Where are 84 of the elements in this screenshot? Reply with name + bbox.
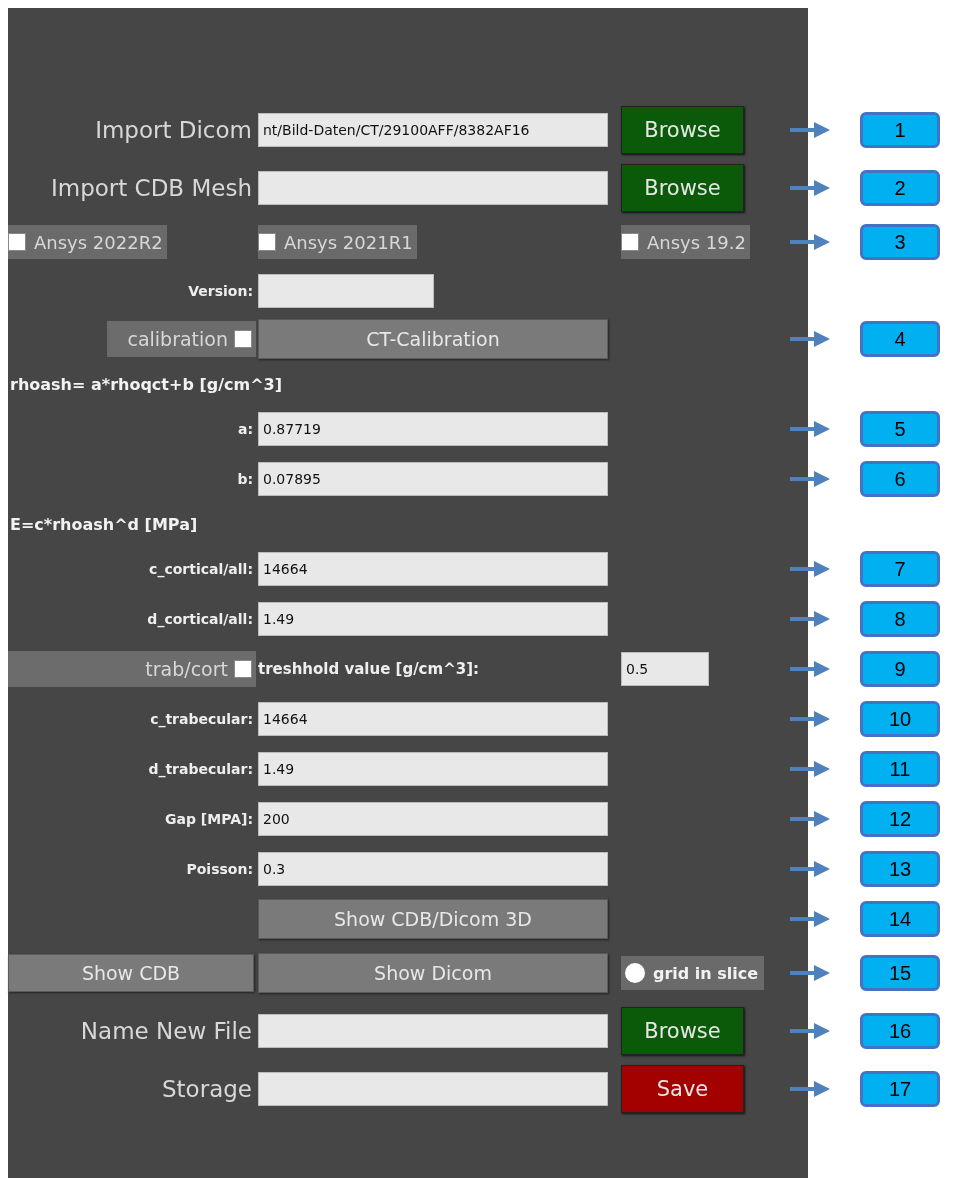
browse-button[interactable]: Browse: [621, 106, 744, 154]
field-label: c_trabecular:: [150, 711, 254, 727]
field-label: b:: [237, 471, 254, 487]
radio-option[interactable]: grid in slice: [621, 956, 765, 990]
callout-number: 12: [860, 801, 940, 837]
input-field[interactable]: 1.49: [258, 752, 608, 786]
show-button[interactable]: Show CDB/Dicom 3D: [258, 899, 608, 939]
field-label: d_cortical/all:: [147, 611, 254, 627]
input-field[interactable]: 1.49: [258, 602, 608, 636]
input-field[interactable]: [258, 171, 608, 205]
toggle-option[interactable]: calibration: [107, 321, 256, 357]
field-label: Import CDB Mesh: [50, 175, 253, 201]
callout-number: 13: [860, 851, 940, 887]
callout-number: 14: [860, 901, 940, 937]
arrow-icon: [790, 420, 830, 438]
threshold-label: treshhold value [g/cm^3]:: [258, 660, 480, 678]
formula-heading: E=c*rhoash^d [MPa]: [9, 514, 199, 534]
arrow-icon: [790, 330, 830, 348]
callout-number: 10: [860, 701, 940, 737]
callout-number: 2: [860, 170, 940, 206]
callout-number: 9: [860, 651, 940, 687]
arrow-icon: [790, 179, 830, 197]
callout-number: 15: [860, 955, 940, 991]
arrow-icon: [790, 660, 830, 678]
arrow-icon: [790, 710, 830, 728]
input-field[interactable]: 0.87719: [258, 412, 608, 446]
save-button[interactable]: Save: [621, 1065, 744, 1113]
field-label: Import Dicom: [95, 117, 253, 143]
checkbox-option[interactable]: Ansys 2021R1: [258, 225, 417, 259]
arrow-icon: [790, 610, 830, 628]
callout-number: 11: [860, 751, 940, 787]
browse-button[interactable]: Browse: [621, 164, 744, 212]
checkbox[interactable]: [234, 330, 252, 348]
toggle-option[interactable]: trab/cort: [8, 651, 256, 687]
show-button[interactable]: Show CDB: [8, 954, 254, 992]
input-field[interactable]: 0.5: [621, 652, 709, 686]
callout-number: 3: [860, 224, 940, 260]
input-field[interactable]: 14664: [258, 552, 608, 586]
checkbox[interactable]: [234, 660, 252, 678]
browse-button[interactable]: Browse: [621, 1007, 744, 1055]
callout-number: 17: [860, 1071, 940, 1107]
input-field[interactable]: 0.07895: [258, 462, 608, 496]
input-field[interactable]: [258, 1014, 608, 1048]
radio-button[interactable]: [625, 963, 645, 983]
callout-number: 6: [860, 461, 940, 497]
callout-number: 1: [860, 112, 940, 148]
arrow-icon: [790, 1022, 830, 1040]
arrow-icon: [790, 121, 830, 139]
callout-number: 4: [860, 321, 940, 357]
formula-heading: rhoash= a*rhoqct+b [g/cm^3]: [9, 374, 284, 394]
field-label: Poisson:: [186, 861, 254, 877]
input-field[interactable]: nt/Bild-Daten/CT/29100AFF/8382AF16: [258, 113, 608, 147]
arrow-icon: [790, 810, 830, 828]
field-label: d_trabecular:: [148, 761, 254, 777]
checkbox[interactable]: [621, 233, 639, 251]
checkbox-option[interactable]: Ansys 19.2: [621, 225, 750, 259]
input-field[interactable]: [258, 273, 434, 308]
field-label: Name New File: [80, 1018, 253, 1044]
input-field[interactable]: [258, 1072, 608, 1106]
arrow-icon: [790, 760, 830, 778]
arrow-icon: [790, 910, 830, 928]
field-label: Version:: [188, 282, 254, 299]
arrow-icon: [790, 1080, 830, 1098]
checkbox-option[interactable]: Ansys 2022R2: [8, 225, 167, 259]
arrow-icon: [790, 233, 830, 251]
input-field[interactable]: 14664: [258, 702, 608, 736]
arrow-icon: [790, 470, 830, 488]
field-label: Storage: [162, 1076, 253, 1102]
field-label: Gap [MPA]:: [165, 811, 254, 827]
arrow-icon: [790, 560, 830, 578]
callout-number: 8: [860, 601, 940, 637]
callout-number: 16: [860, 1013, 940, 1049]
checkbox[interactable]: [258, 233, 276, 251]
show-button[interactable]: Show Dicom: [258, 953, 608, 993]
arrow-icon: [790, 964, 830, 982]
checkbox[interactable]: [8, 233, 26, 251]
calibration-button[interactable]: CT-Calibration: [258, 319, 608, 359]
input-field[interactable]: 200: [258, 802, 608, 836]
field-label: c_cortical/all:: [149, 561, 254, 577]
callout-number: 5: [860, 411, 940, 447]
input-field[interactable]: 0.3: [258, 852, 608, 886]
callout-number: 7: [860, 551, 940, 587]
field-label: a:: [237, 421, 254, 437]
arrow-icon: [790, 860, 830, 878]
